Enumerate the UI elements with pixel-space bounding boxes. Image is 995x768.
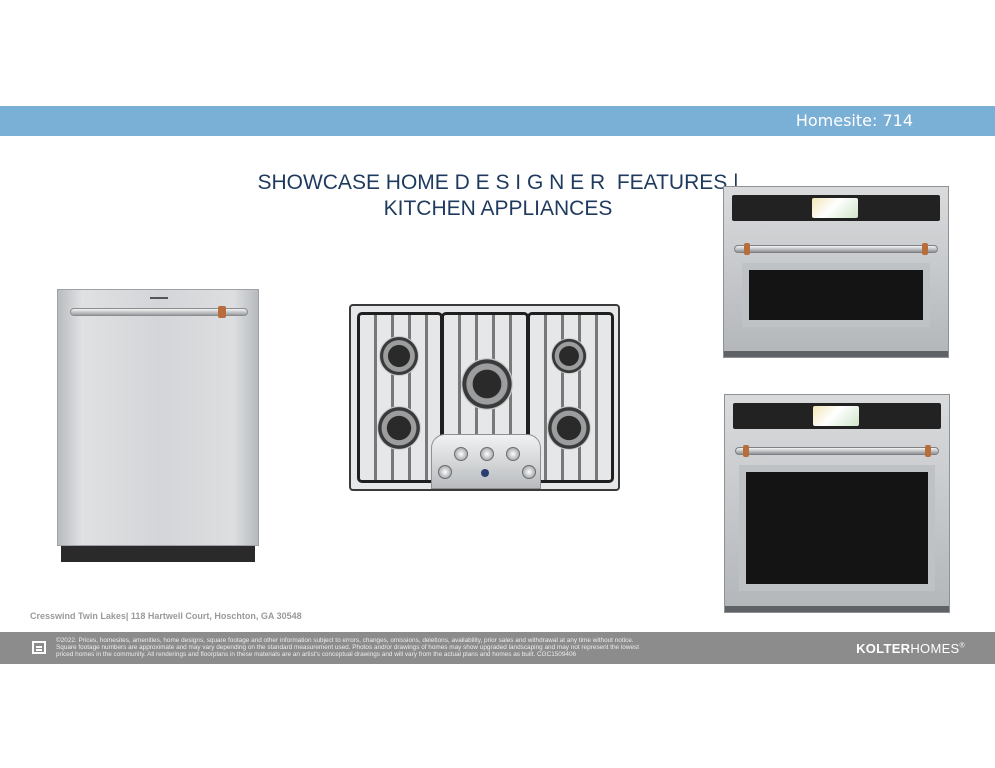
knob-icon — [506, 447, 520, 461]
dishwasher-slot — [150, 297, 168, 299]
ge-logo-icon — [481, 469, 489, 477]
knob-icon — [438, 465, 452, 479]
speed-oven-handle — [734, 245, 938, 253]
knob-icon — [480, 447, 494, 461]
page-title-line2: KITCHEN APPLIANCES — [383, 197, 613, 220]
equal-housing-icon — [32, 641, 46, 654]
wall-oven-base — [725, 606, 949, 612]
brand-bold: KOLTER — [856, 641, 911, 656]
page-title: SHOWCASE HOME D E S I G N E R FEATURES |… — [250, 170, 746, 222]
speed-oven-copper-right — [922, 243, 928, 255]
wall-oven-window — [739, 465, 935, 591]
cooktop-image — [349, 304, 620, 491]
dishwasher-image — [57, 289, 259, 563]
burner-front-right — [547, 406, 591, 450]
speed-oven-window — [742, 263, 930, 327]
wall-oven-screen — [813, 406, 859, 426]
cooktop-control-panel — [431, 434, 541, 489]
footer-bar: ©2022. Prices, homesites, amenities, hom… — [0, 632, 995, 664]
speed-oven-image — [723, 186, 949, 358]
speed-oven-control-strip — [732, 195, 940, 221]
dishwasher-toe-kick — [61, 546, 255, 562]
burner-front-left — [377, 406, 421, 450]
burner-back-left — [379, 336, 419, 376]
knob-icon — [522, 465, 536, 479]
homesite-label: Homesite: 714 — [795, 111, 913, 130]
top-band: Homesite: 714 — [0, 106, 995, 136]
speed-oven-screen — [812, 198, 858, 218]
kolter-homes-logo: KOLTERHOMES® — [856, 641, 965, 656]
brand-light: HOMES — [910, 641, 960, 656]
wall-oven-image — [724, 394, 950, 613]
wall-oven-copper-left — [743, 445, 749, 457]
knob-icon — [454, 447, 468, 461]
brand-mark: ® — [959, 642, 965, 650]
disclaimer-line1: ©2022. Prices, homesites, amenities, hom… — [56, 637, 634, 644]
disclaimer-line2: Square footage numbers are approximate a… — [56, 644, 639, 651]
wall-oven-handle — [735, 447, 939, 455]
dishwasher-copper-accent — [218, 306, 226, 318]
legal-disclaimer: ©2022. Prices, homesites, amenities, hom… — [56, 637, 846, 658]
disclaimer-line3: priced homes in the community. All rende… — [56, 651, 577, 658]
burner-back-right — [551, 338, 587, 374]
speed-oven-copper-left — [744, 243, 750, 255]
wall-oven-copper-right — [925, 445, 931, 457]
page-title-line1: SHOWCASE HOME D E S I G N E R FEATURES | — [257, 171, 739, 194]
speed-oven-base — [724, 351, 948, 357]
community-address: Cresswind Twin Lakes| 118 Hartwell Court… — [30, 611, 302, 621]
wall-oven-control-strip — [733, 403, 941, 429]
dishwasher-door — [57, 289, 259, 546]
burner-center — [461, 358, 513, 410]
